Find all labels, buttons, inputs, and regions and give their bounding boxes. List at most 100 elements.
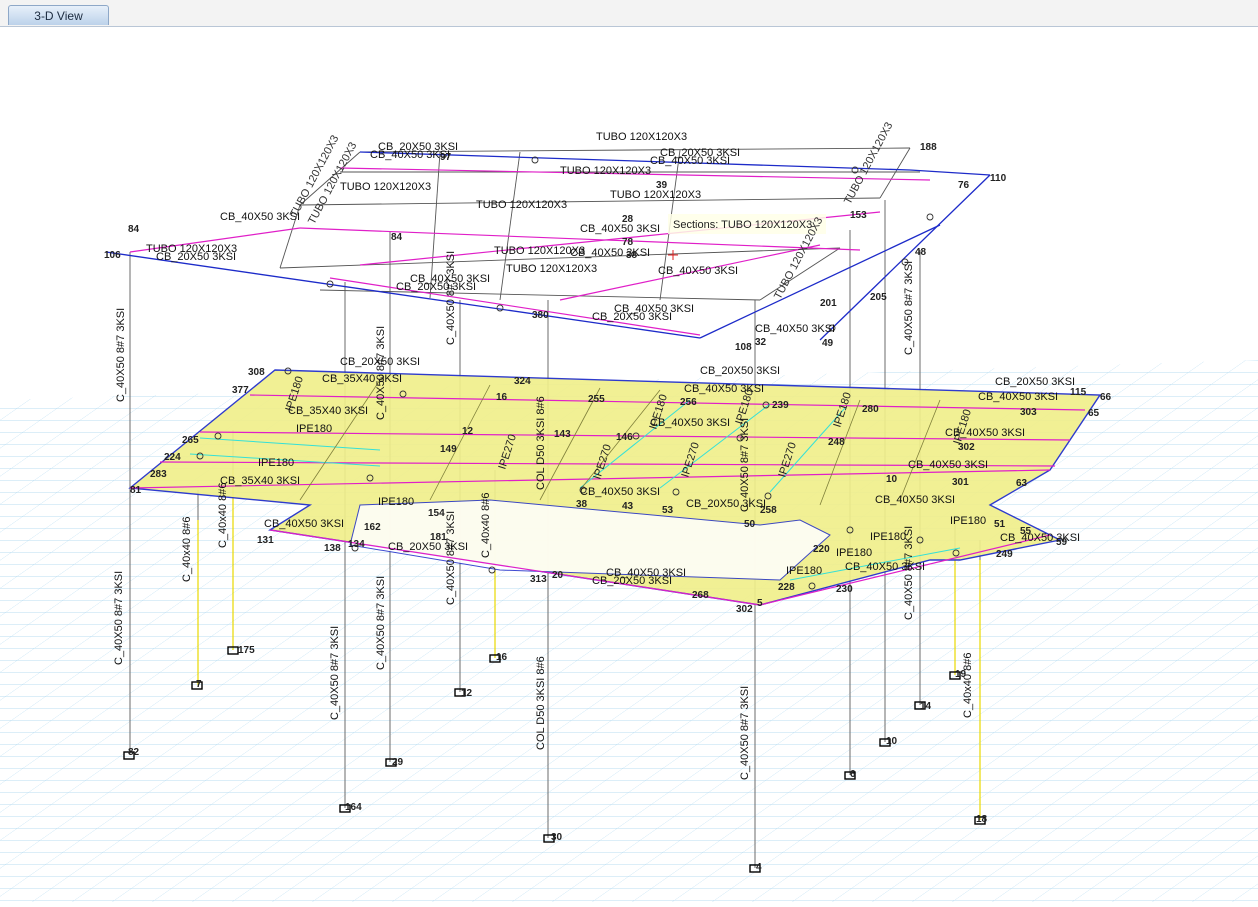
beam-label: CB_20X50 3KSI bbox=[592, 575, 672, 587]
node-label: 32 bbox=[755, 337, 767, 348]
node-label: 59 bbox=[1056, 537, 1068, 548]
node-label: 143 bbox=[554, 429, 571, 440]
node-label: 78 bbox=[622, 237, 634, 248]
node-label: 134 bbox=[348, 539, 365, 550]
beam-label: CB_20X50 3KSI bbox=[592, 311, 672, 323]
node-label: 115 bbox=[1070, 387, 1087, 398]
cursor-crosshair bbox=[668, 250, 678, 260]
beam-label: TUBO 120X120X3 bbox=[340, 181, 431, 193]
node-label: 108 bbox=[735, 342, 752, 353]
node-label: 283 bbox=[150, 469, 167, 480]
node-label: 255 bbox=[588, 394, 605, 405]
node-label: 228 bbox=[778, 582, 795, 593]
node-label: 19 bbox=[955, 669, 967, 680]
node-label: 50 bbox=[744, 519, 756, 530]
beam-label: IPE180 bbox=[950, 515, 986, 527]
node-label: 162 bbox=[364, 522, 381, 533]
node-label: 16 bbox=[496, 652, 508, 663]
view-tabbar: 3-D View bbox=[0, 0, 1258, 27]
beam-label: TUBO 120X120X3 bbox=[842, 120, 895, 206]
node-label: 280 bbox=[862, 404, 879, 415]
beam-label: CB_40X50 3KSI bbox=[755, 323, 835, 335]
beam-label: CB_35X40 3KSI bbox=[220, 475, 300, 487]
node-label: 53 bbox=[662, 505, 674, 516]
beam-label: IPE180 bbox=[378, 496, 414, 508]
beam-label: CB_40X50 3KSI bbox=[570, 247, 650, 259]
node-label: 249 bbox=[996, 549, 1013, 560]
beam-label: TUBO 120X120X3 bbox=[596, 131, 687, 143]
column-label: C_40x40 8#6 bbox=[962, 653, 974, 718]
node-label: 84 bbox=[391, 232, 403, 243]
node-label: 224 bbox=[164, 452, 181, 463]
beam-label: CB_20X50 3KSI bbox=[995, 376, 1075, 388]
node-label: 16 bbox=[496, 392, 508, 403]
beam-label: CB_35X40 3KSI bbox=[288, 405, 368, 417]
node-label: 10 bbox=[886, 474, 898, 485]
node-label: 29 bbox=[392, 757, 404, 768]
beam-label: CB_40X50 3KSI bbox=[370, 149, 450, 161]
node-label: 380 bbox=[532, 310, 549, 321]
node-label: 63 bbox=[1016, 478, 1028, 489]
node-label: 12 bbox=[462, 426, 474, 437]
beam-label: CB_40X50 3KSI bbox=[650, 155, 730, 167]
node-label: 10 bbox=[886, 736, 898, 747]
node-label: 146 bbox=[616, 432, 633, 443]
node-label: 308 bbox=[248, 367, 265, 378]
beam-label: CB_40X50 3KSI bbox=[580, 223, 660, 235]
node-label: 76 bbox=[958, 180, 970, 191]
model-canvas[interactable]: Sections: TUBO 120X120X3 TUBO 120X120X3 … bbox=[0, 27, 1258, 902]
tab-3d-view[interactable]: 3-D View bbox=[8, 5, 109, 25]
column-label: C_40X50 8#7 3KSI bbox=[739, 418, 751, 512]
node-label: 66 bbox=[1100, 392, 1112, 403]
node-label: 38 bbox=[626, 250, 638, 261]
node-label: 49 bbox=[822, 338, 834, 349]
node-label: 65 bbox=[1088, 408, 1100, 419]
node-label: 43 bbox=[622, 501, 634, 512]
node-label: 313 bbox=[530, 574, 547, 585]
node-label: 258 bbox=[760, 505, 777, 516]
node-label: 153 bbox=[850, 210, 867, 221]
column-label: C_40x40 8#6 bbox=[181, 517, 193, 582]
beam-label: CB_20X50 3KSI bbox=[700, 365, 780, 377]
node-label: 14 bbox=[920, 701, 932, 712]
node-label: 302 bbox=[736, 604, 753, 615]
node-label: 110 bbox=[990, 173, 1007, 184]
node-label: 55 bbox=[1020, 526, 1032, 537]
node-label: 4 bbox=[756, 862, 762, 873]
3d-viewport[interactable]: Sections: TUBO 120X120X3 TUBO 120X120X3 … bbox=[0, 27, 1258, 902]
node-label: 51 bbox=[994, 519, 1006, 530]
column-label: C_40X50 8#7 3KSI bbox=[903, 526, 915, 620]
node-label: 48 bbox=[915, 247, 927, 258]
column-label: C_40X50 8#7 3KSI bbox=[375, 576, 387, 670]
node-label: 256 bbox=[680, 397, 697, 408]
node-label: 39 bbox=[656, 180, 668, 191]
node-label: 81 bbox=[130, 485, 142, 496]
column-label: C_40X50 8#7 3KSI bbox=[329, 626, 341, 720]
node-label: 131 bbox=[257, 535, 274, 546]
node-label: 97 bbox=[440, 152, 452, 163]
node-label: 248 bbox=[828, 437, 845, 448]
column-label: C_40X50 8#7 3KSI bbox=[739, 686, 751, 780]
beam-label: CB_20X50 3KSI bbox=[396, 281, 476, 293]
column-label: C_40X50 8#7 3KSI bbox=[375, 326, 387, 420]
node-label: 5 bbox=[757, 598, 763, 609]
beam-label: CB_20X50 3KSI bbox=[156, 251, 236, 263]
node-label: 84 bbox=[128, 224, 140, 235]
node-label: 18 bbox=[976, 814, 988, 825]
node-label: 154 bbox=[428, 508, 445, 519]
beam-label: CB_40X50 3KSI bbox=[1000, 532, 1080, 544]
beam-label: CB_40X50 3KSI bbox=[978, 391, 1058, 403]
column-label: C_40X50 8#7 3KSI bbox=[115, 308, 127, 402]
node-label: 324 bbox=[514, 376, 531, 387]
node-label: 301 bbox=[952, 477, 969, 488]
beam-label: IPE180 bbox=[258, 457, 294, 469]
node-label: 30 bbox=[551, 832, 563, 843]
node-label: 181 bbox=[430, 532, 447, 543]
node-label: 201 bbox=[820, 298, 837, 309]
node-label: 303 bbox=[1020, 407, 1037, 418]
beam-label: IPE180 bbox=[836, 547, 872, 559]
column-label: COL D50 3KSI 8#6 bbox=[535, 396, 547, 490]
node-label: 265 bbox=[182, 435, 199, 446]
beam-label: CB_40X50 3KSI bbox=[908, 459, 988, 471]
beam-label: CB_40X50 3KSI bbox=[658, 265, 738, 277]
